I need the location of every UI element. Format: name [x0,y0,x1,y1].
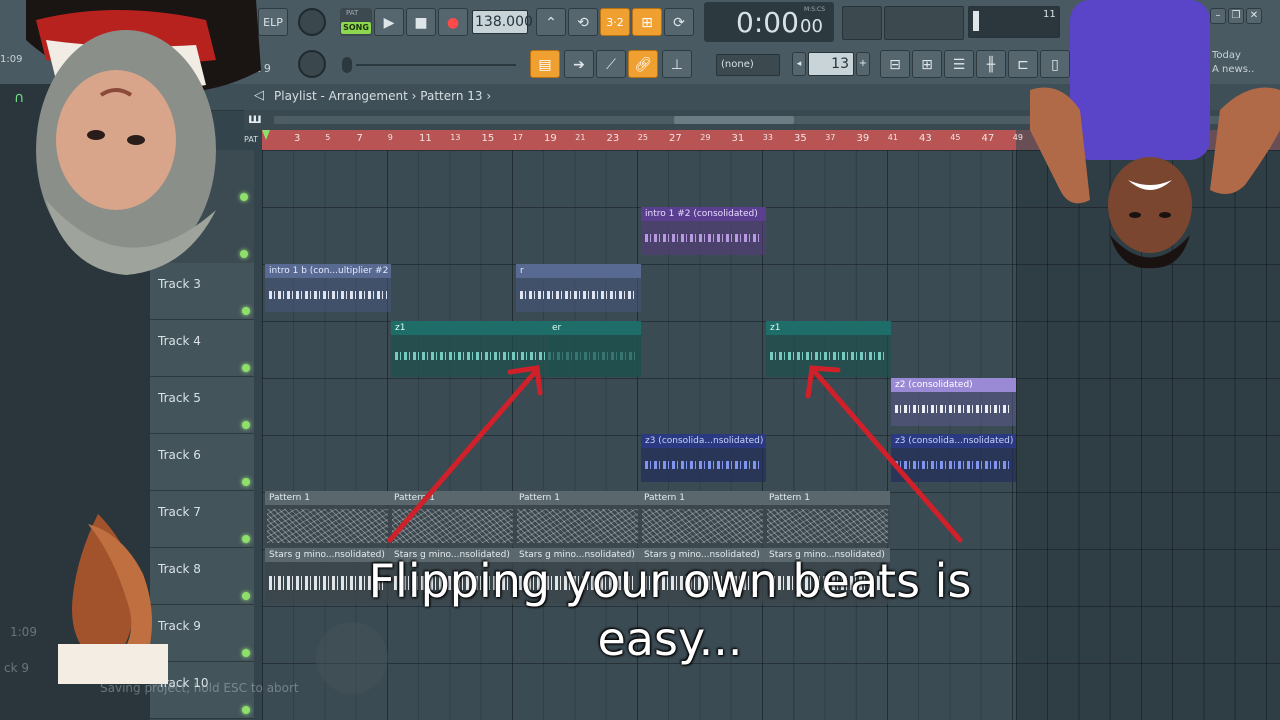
status-track: ck 9 [4,661,29,675]
praying-hands-sticker [58,514,168,684]
arrow-left-shaft [387,369,538,543]
caption-line-1: Flipping your own beats is [368,554,972,608]
caption-line-2: easy... [597,612,743,666]
thumbs-down-guy-sticker [1030,0,1280,269]
status-clock: 1:09 [10,625,37,639]
arrow-right-shaft [812,369,963,543]
video-caption: Flipping your own beats is easy... [290,552,1050,668]
beethoven-sticker [26,0,261,275]
